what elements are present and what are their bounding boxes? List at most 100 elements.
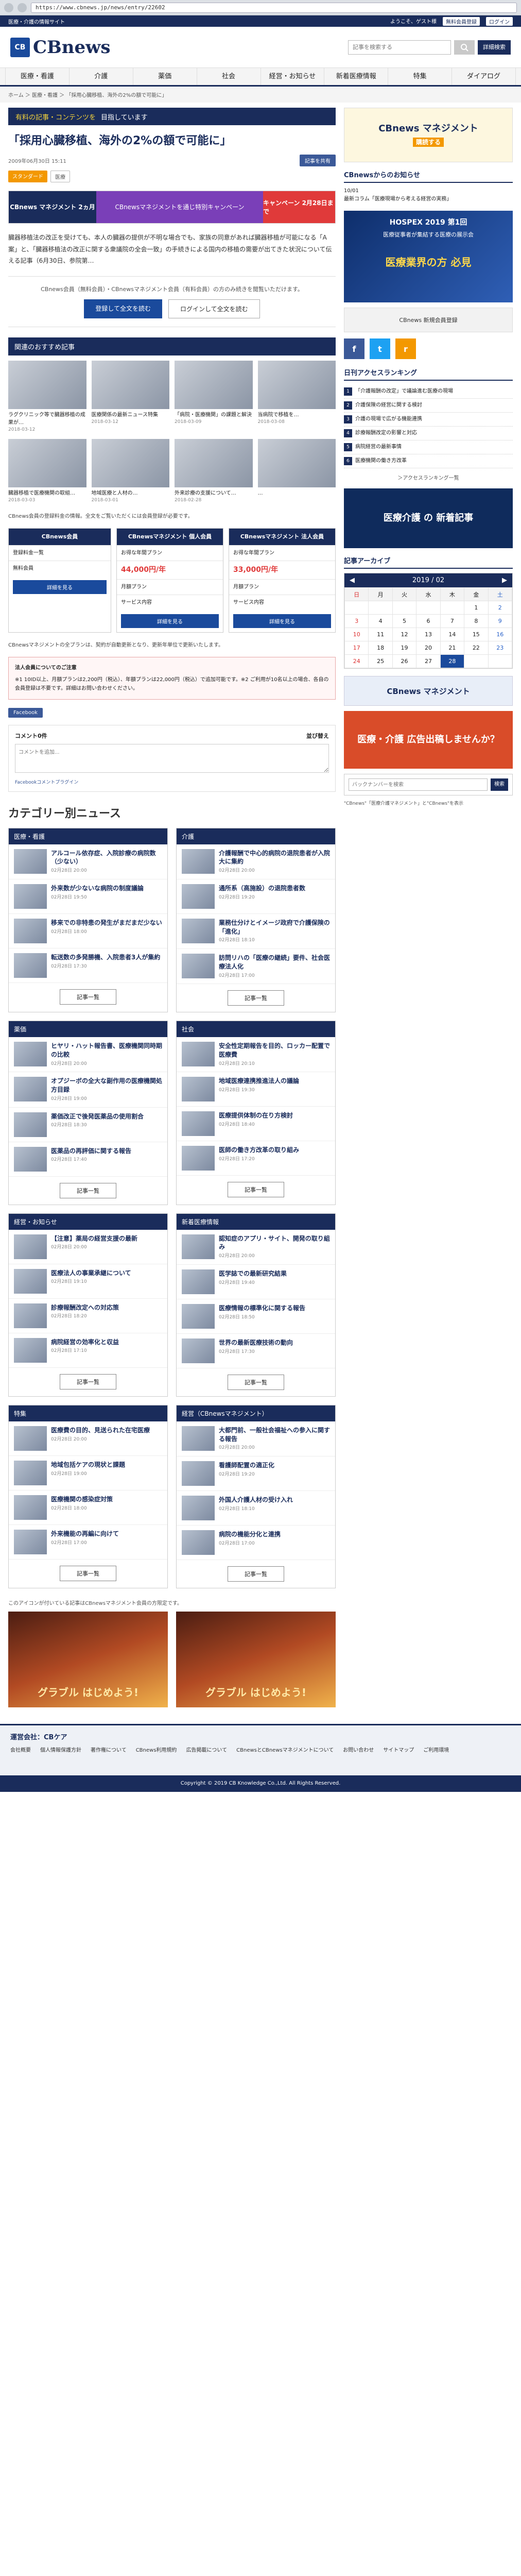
- facebook-button[interactable]: Facebook: [8, 707, 43, 718]
- nav-item[interactable]: 介護: [70, 68, 133, 85]
- backnumber-input[interactable]: [349, 778, 488, 791]
- register-read-button[interactable]: 登録して全文を読む: [84, 299, 162, 319]
- category-item[interactable]: ヒヤリ・ハット報告書、医療機関同時期の比較 02月28日 20:00: [9, 1037, 167, 1073]
- facebook-icon[interactable]: f: [344, 338, 364, 359]
- tag-plan[interactable]: スタンダード: [8, 170, 47, 182]
- tag-field[interactable]: 医療: [50, 170, 70, 182]
- advanced-search-button[interactable]: 詳細検索: [478, 40, 511, 55]
- plan-individual-button[interactable]: 詳細を見る: [121, 614, 219, 628]
- plan-free-button[interactable]: 詳細を見る: [13, 580, 107, 594]
- category-item[interactable]: 薬価改正で後発医薬品の使用割合 02月28日 18:30: [9, 1108, 167, 1142]
- category-item[interactable]: 看護師配置の適正化 02月28日 19:20: [177, 1456, 335, 1491]
- recommend-item[interactable]: 臓器移植で医療機関の取組… 2018-03-03: [8, 438, 86, 504]
- calendar-day[interactable]: 1: [464, 601, 489, 615]
- address-bar[interactable]: https://www.cbnews.jp/news/entry/22602: [31, 2, 517, 13]
- category-item[interactable]: 医療費の目的、見送られた在宅医療 02月28日 20:00: [9, 1421, 167, 1456]
- calendar-day[interactable]: 16: [488, 628, 513, 641]
- calendar-day[interactable]: 28: [440, 654, 465, 668]
- calendar-day[interactable]: 5: [392, 614, 417, 628]
- notice-text[interactable]: 最新コラム「医療現場から考える経営の実務」: [344, 195, 513, 204]
- calendar-day[interactable]: 6: [416, 614, 441, 628]
- calendar-day[interactable]: 21: [440, 641, 465, 655]
- category-item[interactable]: 医療機関の感染症対策 02月28日 18:00: [9, 1490, 167, 1525]
- calendar-day[interactable]: 17: [344, 641, 369, 655]
- calendar-day[interactable]: 23: [488, 641, 513, 655]
- category-item[interactable]: 医療提供体制の在り方検討 02月28日 18:40: [177, 1107, 335, 1142]
- category-item[interactable]: 診療報酬改定への対応策 02月28日 18:20: [9, 1299, 167, 1333]
- sidebar-ad[interactable]: CBnews マネジメント 購読する: [344, 108, 513, 162]
- category-item[interactable]: 医薬品の再評価に関する報告 02月28日 17:40: [9, 1142, 167, 1177]
- calendar-day[interactable]: 10: [344, 628, 369, 641]
- calendar-day[interactable]: 15: [464, 628, 489, 641]
- calendar-day[interactable]: 25: [368, 654, 393, 668]
- calendar-day[interactable]: 24: [344, 654, 369, 668]
- nav-item[interactable]: 薬価: [133, 68, 197, 85]
- ranking-item[interactable]: 5 病院経営の最新事情: [344, 440, 513, 454]
- comments-sort[interactable]: 並び替え: [306, 732, 329, 740]
- nav-item[interactable]: ダイアログ: [452, 68, 516, 85]
- twitter-icon[interactable]: t: [370, 338, 390, 359]
- calendar-day[interactable]: 13: [416, 628, 441, 641]
- calendar-day[interactable]: 2: [488, 601, 513, 615]
- footer-link[interactable]: お問い合わせ: [343, 1745, 374, 1753]
- category-item[interactable]: 【注意】薬局の経営支援の最新 02月28日 20:00: [9, 1230, 167, 1264]
- forward-icon[interactable]: [18, 3, 27, 12]
- plan-corporate-button[interactable]: 詳細を見る: [233, 614, 331, 628]
- game-ad[interactable]: グラブル はじめよう!: [176, 1611, 336, 1707]
- category-item[interactable]: 外来機能の再編に向けて 02月28日 17:00: [9, 1525, 167, 1560]
- hospex-ad[interactable]: HOSPEX 2019 第1回 医療従事者が集結する医療の展示会 医療業界の方 …: [344, 211, 513, 302]
- register-button[interactable]: 無料会員登録: [443, 16, 480, 26]
- category-item[interactable]: 業務仕分けとイメージ政府で介護保険の「進化」 02月28日 18:10: [177, 914, 335, 949]
- site-logo[interactable]: CB CBnews: [10, 37, 111, 58]
- calendar-day[interactable]: 4: [368, 614, 393, 628]
- calendar-day[interactable]: 27: [416, 654, 441, 668]
- calendar-day[interactable]: 8: [464, 614, 489, 628]
- search-button[interactable]: [454, 40, 475, 55]
- recommend-item[interactable]: 外来診療の支援について… 2018-02-28: [175, 438, 253, 504]
- category-item[interactable]: 世界の最新医療技術の動向 02月28日 17:30: [177, 1334, 335, 1368]
- ranking-item[interactable]: 6 医療機関の働き方改革: [344, 454, 513, 468]
- footer-link[interactable]: 著作権について: [91, 1745, 127, 1753]
- recommend-item[interactable]: 地域医療と人材の… 2018-03-01: [91, 438, 169, 504]
- nav-item[interactable]: 経営・お知らせ: [261, 68, 325, 85]
- calendar-day[interactable]: 18: [368, 641, 393, 655]
- category-item[interactable]: 外来数が少ないな病院の制度議論 02月28日 19:50: [9, 879, 167, 914]
- category-item[interactable]: 地域包括ケアの現状と課題 02月28日 19:00: [9, 1456, 167, 1490]
- category-item[interactable]: 外国人介護人材の受け入れ 02月28日 18:10: [177, 1491, 335, 1526]
- category-item[interactable]: 通所系（高施設）の退院患者数 02月28日 19:20: [177, 879, 335, 914]
- recommend-item[interactable]: ラグクリニック等で臓器移植の成果が… 2018-03-12: [8, 361, 86, 434]
- nav-item[interactable]: 特集: [388, 68, 453, 85]
- back-icon[interactable]: [4, 3, 13, 12]
- calendar-prev[interactable]: ◀: [350, 577, 355, 584]
- backnumber-search-button[interactable]: 検索: [491, 778, 508, 791]
- comment-input[interactable]: [15, 743, 329, 773]
- rss-icon[interactable]: r: [395, 338, 416, 359]
- recommend-item[interactable]: 当病院で移植を… 2018-03-08: [257, 361, 336, 434]
- category-more-button[interactable]: 記事一覧: [228, 1182, 284, 1198]
- calendar-day[interactable]: 9: [488, 614, 513, 628]
- category-item[interactable]: 転送数の多発勝機、入院患者3人が集約 02月28日 17:30: [9, 948, 167, 983]
- premium-banner[interactable]: 有料の記事・コンテンツを 目指しています: [8, 108, 336, 125]
- category-more-button[interactable]: 記事一覧: [60, 1374, 116, 1389]
- campaign-banner[interactable]: CBnews マネジメント 2ヵ月 CBnewsマネジメントを通じ特別キャンペー…: [8, 190, 336, 224]
- category-item[interactable]: 医学誌での最新研究結果 02月28日 19:40: [177, 1265, 335, 1299]
- footer-link[interactable]: CBnews利用規約: [136, 1745, 177, 1753]
- category-item[interactable]: 病院の機能分化と連携 02月28日 17:00: [177, 1526, 335, 1560]
- calendar-day[interactable]: 22: [464, 641, 489, 655]
- category-more-button[interactable]: 記事一覧: [228, 1374, 284, 1390]
- category-item[interactable]: 医師の働き方改革の取り組み 02月28日 17:20: [177, 1141, 335, 1176]
- sidebar-ad-4[interactable]: 医療・介護 広告出稿しませんか？: [344, 711, 513, 769]
- category-more-button[interactable]: 記事一覧: [60, 989, 116, 1005]
- category-item[interactable]: 病院経営の効率化と収益 02月28日 17:10: [9, 1333, 167, 1368]
- sidebar-ad-2[interactable]: 医療介護 の 新着記事: [344, 488, 513, 548]
- ranking-item[interactable]: 3 介護の現場で広がる機能連携: [344, 413, 513, 427]
- calendar-day[interactable]: 11: [368, 628, 393, 641]
- category-more-button[interactable]: 記事一覧: [228, 1566, 284, 1582]
- footer-link[interactable]: サイトマップ: [383, 1745, 414, 1753]
- calendar-day[interactable]: 3: [344, 614, 369, 628]
- footer-link[interactable]: 広告掲載について: [186, 1745, 227, 1753]
- footer-link[interactable]: CBnewsとCBnewsマネジメントについて: [236, 1745, 334, 1753]
- footer-link[interactable]: ご利用環境: [423, 1745, 449, 1753]
- calendar-day[interactable]: 19: [392, 641, 417, 655]
- recommend-item[interactable]: 「病院・医療機関」の課題と解決 2018-03-09: [175, 361, 253, 434]
